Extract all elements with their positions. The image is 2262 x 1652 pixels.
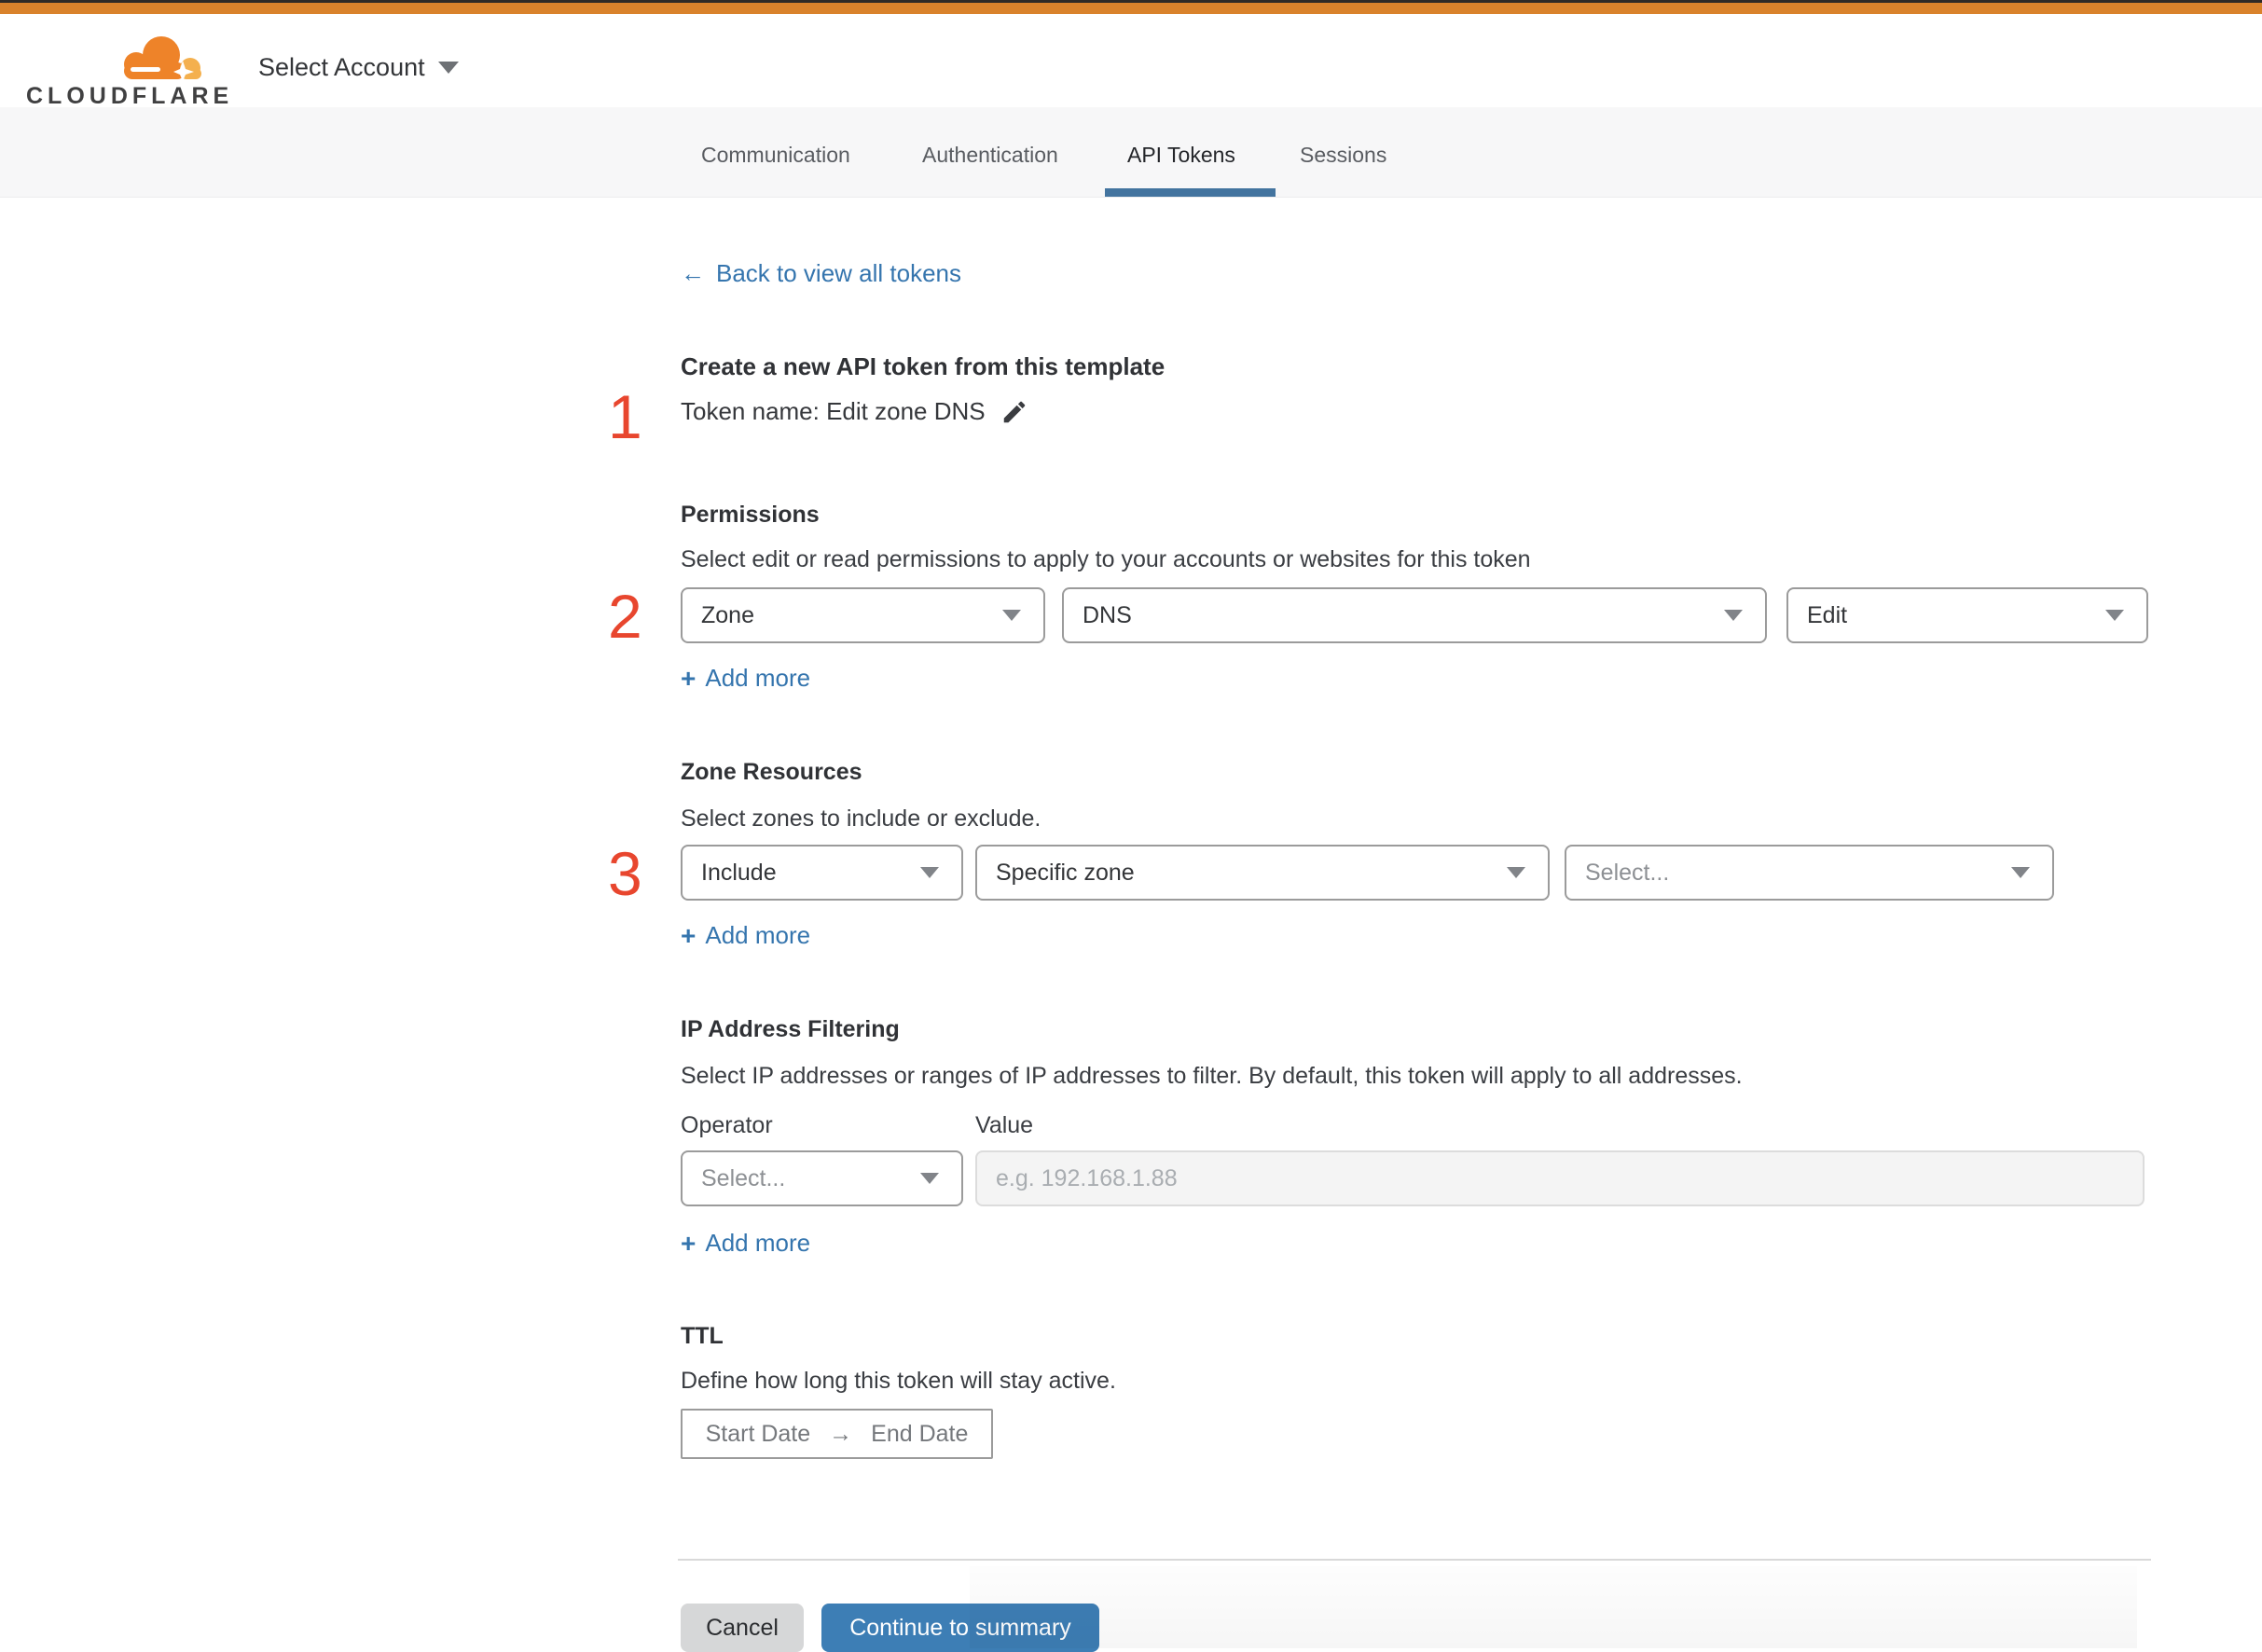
- permission-group-value: DNS: [1083, 601, 1132, 628]
- plus-icon: +: [681, 920, 697, 950]
- caret-down-icon: [1724, 610, 1743, 621]
- tab-communication[interactable]: Communication: [701, 143, 850, 168]
- step-number-3: 3: [608, 839, 642, 908]
- arrow-right-icon: →: [829, 1420, 853, 1447]
- ip-filtering-add-more-link[interactable]: + Add more: [681, 1229, 810, 1258]
- step-number-1: 1: [608, 382, 642, 451]
- permissions-description: Select edit or read permissions to apply…: [681, 546, 1531, 572]
- step-number-2: 2: [608, 582, 642, 651]
- end-date-placeholder: End Date: [871, 1420, 969, 1447]
- cloudflare-cloud-icon: [124, 36, 201, 81]
- cloudflare-logo[interactable]: CLOUDFLARE: [26, 34, 234, 110]
- permission-level-value: Edit: [1807, 601, 1848, 628]
- zone-pick-value: Select...: [1585, 859, 1670, 886]
- plus-icon: +: [681, 663, 697, 693]
- caret-down-icon: [2011, 867, 2030, 878]
- tab-api-tokens[interactable]: API Tokens: [1127, 143, 1235, 168]
- permission-group-select[interactable]: DNS: [1062, 587, 1767, 643]
- zone-resources-heading: Zone Resources: [681, 759, 862, 785]
- section-title-create-token: Create a new API token from this templat…: [681, 352, 1165, 380]
- zone-kind-select[interactable]: Specific zone: [975, 845, 1550, 901]
- plus-icon: +: [681, 1228, 697, 1258]
- account-selector-label: Select Account: [258, 53, 425, 81]
- permission-scope-select[interactable]: Zone: [681, 587, 1045, 643]
- permission-level-select[interactable]: Edit: [1786, 587, 2148, 643]
- permissions-heading: Permissions: [681, 502, 820, 528]
- account-selector[interactable]: Select Account: [258, 53, 459, 82]
- ttl-date-range-picker[interactable]: Start Date → End Date: [681, 1409, 993, 1459]
- value-label: Value: [975, 1112, 1034, 1138]
- back-to-tokens-link[interactable]: ← Back to view all tokens: [681, 259, 961, 288]
- tab-authentication[interactable]: Authentication: [922, 143, 1058, 168]
- ip-value-input[interactable]: [975, 1150, 2145, 1206]
- add-more-label: Add more: [705, 664, 811, 692]
- back-arrow-icon: ←: [681, 259, 705, 287]
- ip-filtering-description: Select IP addresses or ranges of IP addr…: [681, 1063, 1743, 1089]
- caret-down-icon: [1002, 610, 1021, 621]
- ip-operator-select[interactable]: Select...: [681, 1150, 963, 1206]
- token-name-row: Token name: Edit zone DNS: [681, 397, 1028, 426]
- zone-resources-description: Select zones to include or exclude.: [681, 805, 1041, 832]
- ttl-description: Define how long this token will stay act…: [681, 1368, 1116, 1394]
- continue-to-summary-button[interactable]: Continue to summary: [821, 1604, 1099, 1652]
- active-tab-underline: [1105, 188, 1276, 197]
- token-template-form: ← Back to view all tokens 1 Create a new…: [608, 198, 2154, 1652]
- cancel-button[interactable]: Cancel: [681, 1604, 804, 1652]
- token-name-label: Token name: Edit zone DNS: [681, 397, 986, 425]
- zone-kind-value: Specific zone: [996, 859, 1135, 886]
- tab-sessions[interactable]: Sessions: [1300, 143, 1386, 168]
- app-header: CLOUDFLARE Select Account: [0, 14, 2262, 110]
- logo-wordmark: CLOUDFLARE: [26, 83, 234, 109]
- caret-down-icon: [920, 1173, 939, 1184]
- ip-operator-value: Select...: [701, 1164, 786, 1191]
- add-more-label: Add more: [705, 921, 811, 949]
- footer-divider: [678, 1559, 2151, 1561]
- chevron-down-icon: [437, 62, 459, 74]
- ip-filtering-heading: IP Address Filtering: [681, 1016, 900, 1042]
- zone-include-select[interactable]: Include: [681, 845, 963, 901]
- add-more-label: Add more: [705, 1229, 811, 1257]
- permissions-add-more-link[interactable]: + Add more: [681, 664, 810, 693]
- caret-down-icon: [2105, 610, 2124, 621]
- edit-pencil-icon[interactable]: [1000, 398, 1028, 426]
- permission-scope-value: Zone: [701, 601, 754, 628]
- ttl-heading: TTL: [681, 1323, 724, 1349]
- start-date-placeholder: Start Date: [705, 1420, 811, 1447]
- back-link-label: Back to view all tokens: [716, 259, 962, 287]
- zone-pick-select[interactable]: Select...: [1565, 845, 2054, 901]
- caret-down-icon: [920, 867, 939, 878]
- profile-tab-bar: Communication Authentication API Tokens …: [0, 107, 2262, 198]
- zone-include-value: Include: [701, 859, 777, 886]
- zone-resources-add-more-link[interactable]: + Add more: [681, 921, 810, 950]
- operator-label: Operator: [681, 1112, 773, 1138]
- brand-orange-bar: [0, 3, 2262, 14]
- caret-down-icon: [1507, 867, 1525, 878]
